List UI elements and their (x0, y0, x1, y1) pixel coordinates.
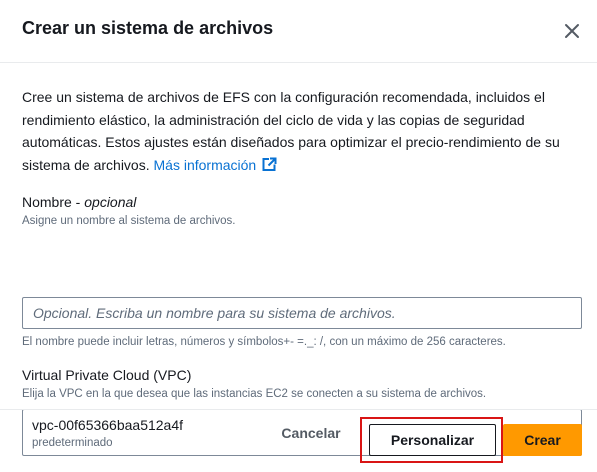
customize-button[interactable]: Personalizar (369, 424, 496, 456)
name-label-text: Nombre (22, 194, 72, 210)
more-info-link-label: Más información (153, 156, 257, 173)
name-constraint-text: El nombre puede incluir letras, números … (22, 336, 506, 348)
name-label: Nombre - opcional (22, 194, 136, 210)
description-text: Cree un sistema de archivos de EFS con l… (22, 89, 560, 173)
name-input[interactable] (22, 297, 582, 329)
name-description: Asigne un nombre al sistema de archivos. (22, 215, 236, 227)
vpc-description: Elija la VPC en la que desea que las ins… (22, 388, 487, 400)
more-info-link[interactable]: Más información (154, 157, 278, 173)
create-file-system-dialog: Crear un sistema de archivos Cree un sis… (0, 0, 597, 472)
external-link-icon (261, 156, 277, 179)
description-paragraph: Cree un sistema de archivos de EFS con l… (22, 86, 567, 178)
name-label-separator: - (71, 194, 85, 210)
optional-tag: opcional (84, 194, 137, 210)
vpc-label: Virtual Private Cloud (VPC) (22, 367, 192, 383)
dialog-title: Crear un sistema de archivos (22, 18, 274, 38)
create-button[interactable]: Crear (503, 424, 582, 456)
close-icon[interactable] (561, 20, 583, 42)
cancel-button[interactable]: Cancelar (270, 417, 352, 449)
dialog-header: Crear un sistema de archivos (0, 0, 597, 63)
